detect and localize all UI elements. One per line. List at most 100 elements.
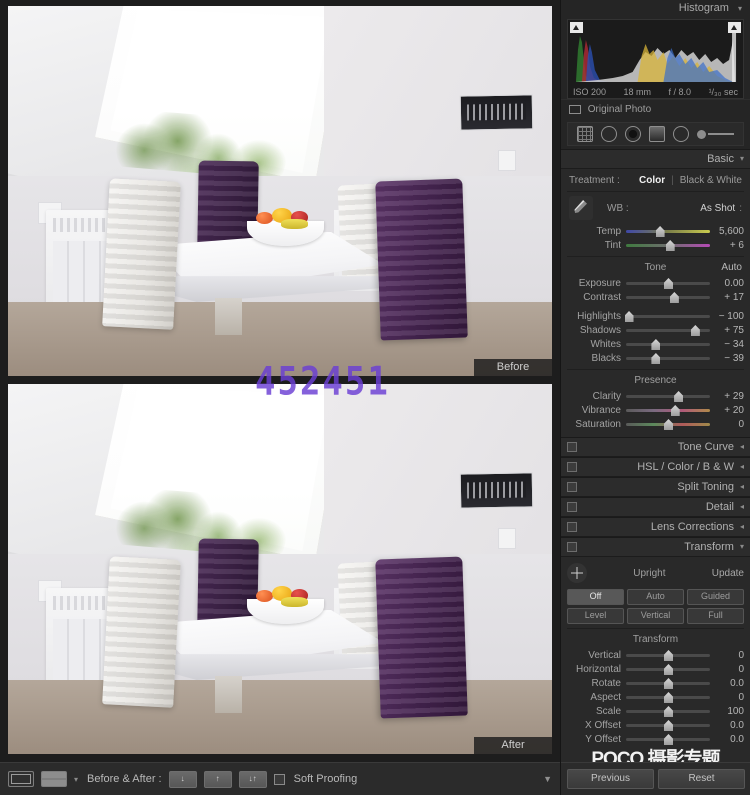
panel-switch-icon[interactable]	[567, 442, 577, 452]
vertical-slider[interactable]	[626, 649, 710, 661]
chevron-left-icon[interactable]: ◂	[740, 438, 744, 456]
x-offset-slider[interactable]	[626, 719, 710, 731]
horizontal-slider[interactable]	[626, 663, 710, 675]
detail-header[interactable]: Detail ◂	[561, 498, 750, 517]
after-photo	[8, 384, 552, 754]
shadows-slider[interactable]	[626, 324, 710, 336]
red-eye-icon[interactable]	[625, 126, 641, 142]
y-offset-slider[interactable]	[626, 733, 710, 745]
saturation-slider-row[interactable]: Saturation 0	[567, 417, 744, 431]
before-image-pane[interactable]: Before	[8, 6, 552, 376]
chevron-down-icon[interactable]: ▾	[74, 775, 78, 784]
x-offset-label: X Offset	[585, 719, 621, 731]
copy-after-to-before-button[interactable]: ↑	[203, 770, 232, 788]
split-toning-header[interactable]: Split Toning ◂	[561, 478, 750, 497]
transform-body: Upright Update Off Auto Guided Level Ver…	[561, 557, 750, 788]
upright-off-button[interactable]: Off	[567, 589, 624, 605]
swap-before-after-button[interactable]: ↓↑	[238, 770, 267, 788]
highlights-slider-row[interactable]: Highlights − 100	[567, 309, 744, 323]
spot-removal-icon[interactable]	[601, 126, 617, 142]
tone-curve-header[interactable]: Tone Curve ◂	[561, 438, 750, 457]
horizontal-slider-row[interactable]: Horizontal 0	[567, 662, 744, 676]
highlight-clipping-indicator[interactable]	[728, 22, 741, 33]
treatment-bw-button[interactable]: Black & White	[680, 175, 742, 186]
temp-slider-row[interactable]: Temp 5,600	[567, 224, 744, 238]
upright-auto-button[interactable]: Auto	[627, 589, 684, 605]
exposure-slider[interactable]	[626, 277, 710, 289]
copy-before-to-after-button[interactable]: ↓	[168, 770, 197, 788]
upright-guided-button[interactable]: Guided	[687, 589, 744, 605]
radial-filter-icon[interactable]	[673, 126, 689, 142]
wb-caret-icon[interactable]: :	[739, 203, 742, 214]
after-image-pane[interactable]: After	[8, 384, 552, 754]
rotate-slider-row[interactable]: Rotate 0.0	[567, 676, 744, 690]
update-button[interactable]: Update	[712, 568, 744, 579]
panel-switch-icon[interactable]	[567, 462, 577, 472]
exposure-slider-row[interactable]: Exposure 0.00	[567, 276, 744, 290]
blacks-slider[interactable]	[626, 352, 710, 364]
chevron-left-icon[interactable]: ◂	[740, 478, 744, 496]
vibrance-slider[interactable]	[626, 404, 710, 416]
chevron-down-icon[interactable]: ▾	[740, 150, 744, 168]
transform-header[interactable]: Transform ▾	[561, 538, 750, 557]
chevron-left-icon[interactable]: ◂	[740, 518, 744, 536]
eyedropper-icon[interactable]	[569, 196, 593, 220]
upright-full-button[interactable]: Full	[687, 608, 744, 624]
treatment-color-button[interactable]: Color	[639, 175, 665, 186]
vertical-slider-row[interactable]: Vertical 0	[567, 648, 744, 662]
saturation-slider[interactable]	[626, 418, 710, 430]
basic-panel-header[interactable]: Basic ▾	[561, 150, 750, 169]
rotate-slider[interactable]	[626, 677, 710, 689]
wb-value[interactable]: As Shot	[700, 203, 735, 214]
clarity-slider-row[interactable]: Clarity + 29	[567, 389, 744, 403]
reset-button[interactable]: Reset	[658, 769, 745, 789]
panel-switch-icon[interactable]	[567, 482, 577, 492]
whites-slider[interactable]	[626, 338, 710, 350]
scale-slider-row[interactable]: Scale 100	[567, 704, 744, 718]
panel-switch-icon[interactable]	[567, 502, 577, 512]
tint-slider[interactable]	[626, 239, 710, 251]
temp-value: 5,600	[718, 225, 744, 237]
x-offset-slider-row[interactable]: X Offset 0.0	[567, 718, 744, 732]
toolbar-collapse-icon[interactable]: ▼	[543, 774, 552, 784]
before-after-view-icon[interactable]	[41, 771, 67, 787]
y-offset-slider-row[interactable]: Y Offset 0.0	[567, 732, 744, 746]
crop-overlay-icon[interactable]	[577, 126, 593, 142]
aspect-slider-row[interactable]: Aspect 0	[567, 690, 744, 704]
chevron-down-icon[interactable]: ▾	[740, 538, 744, 556]
chevron-down-icon[interactable]: ▾	[738, 4, 742, 13]
vibrance-slider-row[interactable]: Vibrance + 20	[567, 403, 744, 417]
soft-proofing-checkbox[interactable]	[273, 773, 285, 785]
contrast-slider-row[interactable]: Contrast + 17	[567, 290, 744, 304]
original-photo-row[interactable]: Original Photo	[561, 99, 750, 119]
blacks-slider-row[interactable]: Blacks − 39	[567, 351, 744, 365]
histogram-graph[interactable]: ISO 200 18 mm f / 8.0 ¹/₃₀ sec	[567, 19, 744, 99]
temp-slider[interactable]	[626, 225, 710, 237]
panel-switch-icon[interactable]	[567, 542, 577, 552]
previous-button[interactable]: Previous	[567, 769, 654, 789]
highlights-slider[interactable]	[624, 310, 710, 322]
shadow-clipping-indicator[interactable]	[570, 22, 583, 33]
auto-tone-button[interactable]: Auto	[721, 262, 742, 273]
scale-slider[interactable]	[626, 705, 710, 717]
upright-vertical-button[interactable]: Vertical	[627, 608, 684, 624]
whites-slider-row[interactable]: Whites − 34	[567, 337, 744, 351]
basic-title: Basic	[707, 153, 734, 165]
tint-slider-row[interactable]: Tint + 6	[567, 238, 744, 252]
histogram-header[interactable]: Histogram ▾	[561, 0, 750, 17]
hsl-header[interactable]: HSL / Color / B & W ◂	[561, 458, 750, 477]
clarity-slider[interactable]	[626, 390, 710, 402]
upright-tool-icon[interactable]	[567, 563, 587, 583]
adjustment-brush-icon[interactable]	[697, 129, 734, 139]
graduated-filter-icon[interactable]	[649, 126, 665, 142]
chevron-left-icon[interactable]: ◂	[740, 498, 744, 516]
lens-corrections-header[interactable]: Lens Corrections ◂	[561, 518, 750, 537]
aspect-slider[interactable]	[626, 691, 710, 703]
panel-switch-icon[interactable]	[567, 522, 577, 532]
shadows-slider-row[interactable]: Shadows + 75	[567, 323, 744, 337]
floor	[8, 680, 552, 754]
chevron-left-icon[interactable]: ◂	[740, 458, 744, 476]
upright-level-button[interactable]: Level	[567, 608, 624, 624]
contrast-slider[interactable]	[626, 291, 710, 303]
loupe-view-icon[interactable]	[8, 771, 34, 787]
